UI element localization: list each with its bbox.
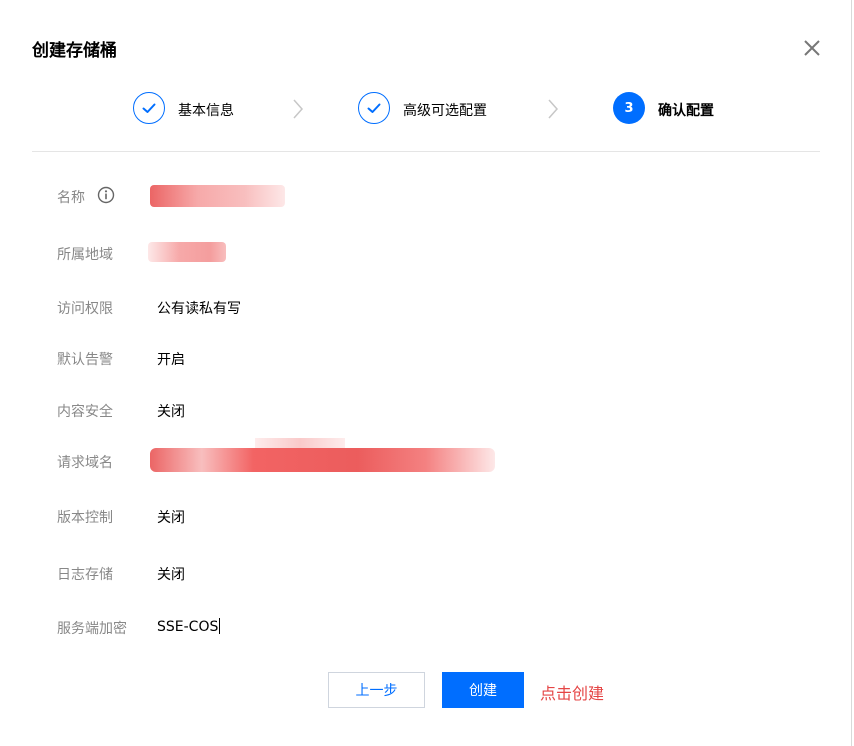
step-1-check-icon bbox=[133, 92, 165, 124]
field-encryption-label: 服务端加密 bbox=[57, 621, 127, 637]
field-name-label: 名称 bbox=[57, 190, 85, 206]
field-logging-label: 日志存储 bbox=[57, 567, 113, 583]
field-versioning-value: 关闭 bbox=[157, 510, 185, 526]
dialog-title: 创建存储桶 bbox=[32, 41, 117, 61]
field-encryption-value-wrap: SSE-COS bbox=[157, 618, 221, 635]
redacted-bucket-name bbox=[150, 185, 285, 207]
click-create-annotation: 点击创建 bbox=[540, 684, 605, 703]
field-encryption-value: SSE-COS bbox=[157, 619, 219, 635]
step-3-label: 确认配置 bbox=[658, 103, 714, 119]
field-content-security-label: 内容安全 bbox=[57, 404, 113, 420]
step-indicator: 基本信息 高级可选配置 3 确认配置 bbox=[0, 92, 852, 126]
step-2-check-icon bbox=[358, 92, 390, 124]
redacted-domain bbox=[150, 448, 495, 472]
field-content-security-value: 关闭 bbox=[157, 404, 185, 420]
field-domain-label: 请求域名 bbox=[57, 455, 113, 471]
text-cursor bbox=[219, 618, 221, 634]
header-divider bbox=[32, 151, 820, 152]
info-icon[interactable] bbox=[97, 186, 115, 204]
create-button[interactable]: 创建 bbox=[442, 672, 524, 708]
field-access-value: 公有读私有写 bbox=[157, 301, 241, 317]
redacted-domain-top bbox=[255, 438, 345, 448]
step-3-number: 3 bbox=[613, 92, 645, 124]
field-alarm-label: 默认告警 bbox=[57, 352, 113, 368]
redacted-region bbox=[148, 242, 226, 262]
create-bucket-dialog: 创建存储桶 基本信息 高级可选配置 3 确认配置 名称 所属地域 访问权限 公有… bbox=[0, 0, 852, 746]
step-2-label: 高级可选配置 bbox=[403, 103, 487, 119]
field-alarm-value: 开启 bbox=[157, 352, 185, 368]
previous-step-button[interactable]: 上一步 bbox=[328, 672, 425, 708]
close-icon[interactable] bbox=[800, 36, 824, 60]
chevron-right-icon bbox=[293, 99, 304, 119]
field-access-label: 访问权限 bbox=[57, 301, 113, 317]
step-1-label: 基本信息 bbox=[178, 103, 234, 119]
chevron-right-icon bbox=[548, 99, 559, 119]
field-logging-value: 关闭 bbox=[157, 567, 185, 583]
field-versioning-label: 版本控制 bbox=[57, 510, 113, 526]
field-region-label: 所属地域 bbox=[57, 247, 113, 263]
